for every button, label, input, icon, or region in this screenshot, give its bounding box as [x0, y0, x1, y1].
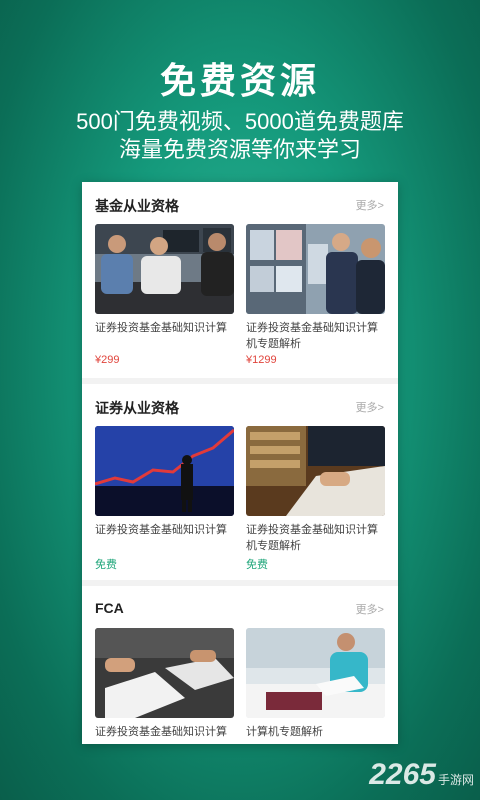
course-price: ¥1299 [246, 354, 277, 366]
section-header: 证券从业资格 更多> [82, 384, 398, 424]
more-link[interactable]: 更多> [356, 197, 384, 213]
watermark-text: 手游网 [437, 773, 474, 787]
more-link[interactable]: 更多> [356, 399, 384, 415]
course-price: 免费 [246, 559, 268, 571]
course-title: 证券投资基金基础知识计算 [95, 322, 227, 334]
section-securities-qualification: 证券从业资格 更多> 证券投资基金基础知识计算 免费 证券投资基金基础知识计算机… [82, 384, 398, 580]
more-link[interactable]: 更多> [356, 601, 384, 617]
course-thumbnail [246, 426, 385, 516]
course-card[interactable]: 证券投资基金基础知识计算 ¥299 [95, 224, 234, 374]
course-card[interactable]: 证券投资基金基础知识计算机专题解析 ¥1299 [246, 224, 385, 374]
course-card[interactable]: 计算机专题解析 [246, 628, 385, 744]
course-thumbnail [95, 426, 234, 516]
section-header: FCA 更多> [82, 586, 398, 626]
course-title: 证券投资基金基础知识计算 [95, 726, 227, 738]
course-title: 计算机专题解析 [246, 726, 323, 738]
course-card[interactable]: 证券投资基金基础知识计算机专题解析 免费 [246, 426, 385, 576]
course-price: ¥299 [95, 354, 120, 366]
course-thumbnail [246, 224, 385, 314]
course-title: 证券投资基金基础知识计算机专题解析 [246, 322, 378, 350]
course-thumbnail [95, 628, 234, 718]
watermark-number: 2265 [369, 758, 436, 791]
section-title: FCA [95, 600, 124, 616]
course-thumbnail [95, 224, 234, 314]
section-title: 证券从业资格 [95, 400, 179, 416]
section-title: 基金从业资格 [95, 198, 179, 214]
course-price: 免费 [95, 559, 117, 571]
course-list-panel: 基金从业资格 更多> 证券投资基金基础知识计算 ¥299 证券投资基金基础知识计… [82, 182, 398, 744]
course-card[interactable]: 证券投资基金基础知识计算 免费 [95, 426, 234, 576]
section-fca: FCA 更多> 证券投资基金基础知识计算 计算机专题解析 [82, 586, 398, 744]
course-thumbnail [246, 628, 385, 718]
course-card[interactable]: 证券投资基金基础知识计算 [95, 628, 234, 744]
course-title: 证券投资基金基础知识计算机专题解析 [246, 524, 378, 552]
hero-subtitle-line-2: 海量免费资源等你来学习 [118, 137, 361, 162]
site-watermark: 2265 手游网 [369, 758, 474, 792]
course-title: 证券投资基金基础知识计算 [95, 524, 227, 536]
hero-title: 免费资源 [159, 60, 320, 101]
section-fund-qualification: 基金从业资格 更多> 证券投资基金基础知识计算 ¥299 证券投资基金基础知识计… [82, 182, 398, 378]
section-header: 基金从业资格 更多> [82, 182, 398, 222]
